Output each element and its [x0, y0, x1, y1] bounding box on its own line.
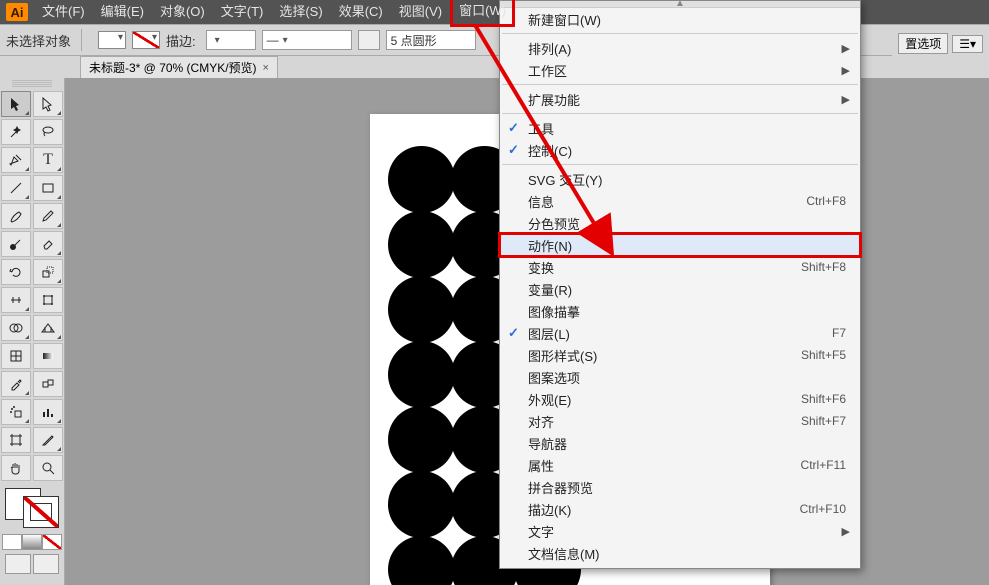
pencil-tool[interactable] [33, 203, 63, 229]
menu-attributes[interactable]: 属性Ctrl+F11 [500, 454, 860, 476]
stroke-weight-field[interactable]: ▾ [206, 30, 256, 50]
free-transform-tool[interactable] [33, 287, 63, 313]
menu-select[interactable]: 选择(S) [271, 0, 330, 24]
brush-toggle[interactable] [358, 30, 380, 50]
color-mode-solid[interactable] [2, 534, 22, 550]
type-tool[interactable]: T [33, 147, 63, 173]
fill-swatch[interactable] [98, 31, 126, 49]
color-mode-none[interactable] [42, 534, 62, 550]
menu-control[interactable]: ✓控制(C) [500, 139, 860, 161]
menu-layers[interactable]: ✓图层(L)F7 [500, 322, 860, 344]
document-tab-close[interactable]: × [263, 62, 269, 74]
color-mode-gradient[interactable] [22, 534, 42, 550]
menu-pattern-options[interactable]: 图案选项 [500, 366, 860, 388]
menu-graphic-styles[interactable]: 图形样式(S)Shift+F5 [500, 344, 860, 366]
stroke-swatch[interactable] [132, 31, 160, 49]
pen-tool[interactable] [1, 147, 31, 173]
menu-type[interactable]: 文字(T) [213, 0, 272, 24]
menu-flattener-preview[interactable]: 拼合器预览 [500, 476, 860, 498]
menu-grip[interactable] [500, 1, 860, 8]
fill-stroke-wells[interactable] [3, 486, 61, 530]
tools-panel-grip[interactable] [12, 80, 52, 88]
rectangle-tool[interactable] [33, 175, 63, 201]
menu-object[interactable]: 对象(O) [152, 0, 213, 24]
brush-field[interactable]: 5 点圆形 [386, 30, 476, 50]
menu-transform[interactable]: 变换Shift+F8 [500, 256, 860, 278]
menu-edit[interactable]: 编辑(E) [93, 0, 152, 24]
menu-bar: 文件(F) 编辑(E) 对象(O) 文字(T) 选择(S) 效果(C) 视图(V… [34, 0, 515, 24]
perspective-grid-tool[interactable] [33, 315, 63, 341]
rotate-tool[interactable] [1, 259, 31, 285]
tools-panel: T [0, 78, 65, 585]
column-graph-tool[interactable] [33, 399, 63, 425]
width-tool[interactable] [1, 287, 31, 313]
eyedropper-tool[interactable] [1, 371, 31, 397]
menu-svg-interactivity[interactable]: SVG 交互(Y) [500, 168, 860, 190]
line-tool[interactable] [1, 175, 31, 201]
color-mode-strip [0, 534, 64, 550]
document-tab[interactable]: 未标题-3* @ 70% (CMYK/预览) × [80, 56, 278, 78]
control-bar-right: 置选项 ☰▾ [892, 31, 989, 56]
menu-effect[interactable]: 效果(C) [331, 0, 391, 24]
lasso-tool[interactable] [33, 119, 63, 145]
screen-mode-button[interactable] [5, 554, 31, 574]
menu-separations-preview[interactable]: 分色预览 [500, 212, 860, 234]
shape-builder-tool[interactable] [1, 315, 31, 341]
menu-appearance[interactable]: 外观(E)Shift+F6 [500, 388, 860, 410]
eraser-tool[interactable] [33, 231, 63, 257]
menu-info[interactable]: 信息Ctrl+F8 [500, 190, 860, 212]
blob-brush-tool[interactable] [1, 231, 31, 257]
mesh-tool[interactable] [1, 343, 31, 369]
menu-actions[interactable]: 动作(N) [500, 234, 860, 256]
menu-view[interactable]: 视图(V) [391, 0, 450, 24]
window-menu: 新建窗口(W) 排列(A)▶ 工作区▶ 扩展功能▶ ✓工具 ✓控制(C) SVG… [499, 0, 861, 569]
paintbrush-tool[interactable] [1, 203, 31, 229]
stroke-well[interactable] [23, 496, 59, 528]
blend-tool[interactable] [33, 371, 63, 397]
scale-tool[interactable] [33, 259, 63, 285]
artboard-tool[interactable] [1, 427, 31, 453]
slice-tool[interactable] [33, 427, 63, 453]
menu-stroke[interactable]: 描边(K)Ctrl+F10 [500, 498, 860, 520]
menu-image-trace[interactable]: 图像描摹 [500, 300, 860, 322]
menu-extensions[interactable]: 扩展功能▶ [500, 88, 860, 110]
stroke-profile-field[interactable]: —▾ [262, 30, 352, 50]
menu-window[interactable]: 窗口(W) [450, 0, 515, 27]
direct-selection-tool[interactable] [33, 91, 63, 117]
stroke-label: 描边: [166, 31, 200, 50]
zoom-tool[interactable] [33, 455, 63, 481]
gradient-tool[interactable] [33, 343, 63, 369]
menu-text[interactable]: 文字▶ [500, 520, 860, 542]
selection-tool[interactable] [1, 91, 31, 117]
menu-arrange[interactable]: 排列(A)▶ [500, 37, 860, 59]
doc-setup-button[interactable]: 置选项 [898, 33, 948, 54]
menu-workspace[interactable]: 工作区▶ [500, 59, 860, 81]
menu-align[interactable]: 对齐Shift+F7 [500, 410, 860, 432]
hand-tool[interactable] [1, 455, 31, 481]
menu-variables[interactable]: 变量(R) [500, 278, 860, 300]
app-logo: Ai [6, 3, 28, 21]
menu-new-window[interactable]: 新建窗口(W) [500, 8, 860, 30]
menu-file[interactable]: 文件(F) [34, 0, 93, 24]
no-selection-label: 未选择对象 [6, 31, 75, 50]
document-tab-title: 未标题-3* @ 70% (CMYK/预览) [89, 59, 257, 76]
magic-wand-tool[interactable] [1, 119, 31, 145]
menu-doc-info[interactable]: 文档信息(M) [500, 542, 860, 564]
change-screen-button[interactable] [33, 554, 59, 574]
menu-tools[interactable]: ✓工具 [500, 117, 860, 139]
symbol-sprayer-tool[interactable] [1, 399, 31, 425]
menu-navigator[interactable]: 导航器 [500, 432, 860, 454]
align-options-button[interactable]: ☰▾ [952, 35, 983, 53]
